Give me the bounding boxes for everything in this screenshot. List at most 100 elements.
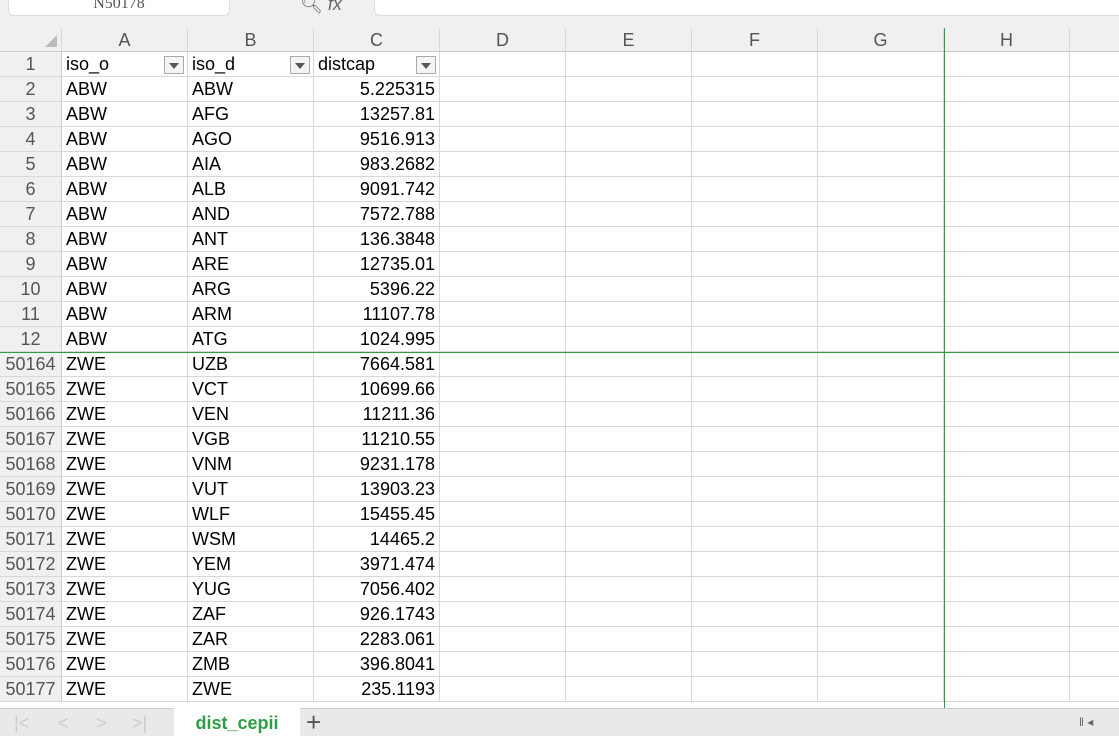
cell[interactable]: ABW (62, 227, 188, 252)
cell[interactable] (1070, 202, 1119, 227)
cell[interactable] (944, 452, 1070, 477)
cell[interactable]: ABW (62, 77, 188, 102)
column-header-B[interactable]: B (188, 28, 314, 52)
name-box[interactable]: N50178 (8, 0, 230, 16)
cell[interactable] (1070, 77, 1119, 102)
cell[interactable] (818, 227, 944, 252)
cell[interactable]: ABW (62, 327, 188, 352)
cell[interactable]: ZWE (62, 452, 188, 477)
cell[interactable]: ZAR (188, 627, 314, 652)
cell[interactable] (566, 552, 692, 577)
cell[interactable]: 5396.22 (314, 277, 440, 302)
cell[interactable]: ZWE (62, 627, 188, 652)
cell[interactable]: ABW (62, 152, 188, 177)
cell[interactable]: ZWE (62, 502, 188, 527)
cell[interactable] (944, 177, 1070, 202)
cell[interactable]: 136.3848 (314, 227, 440, 252)
cell[interactable] (440, 177, 566, 202)
cell[interactable]: 12735.01 (314, 252, 440, 277)
cell[interactable] (944, 102, 1070, 127)
cell[interactable] (566, 302, 692, 327)
cell[interactable]: ABW (62, 127, 188, 152)
row-header[interactable]: 9 (0, 252, 62, 277)
cell[interactable] (566, 427, 692, 452)
cell[interactable]: 15455.45 (314, 502, 440, 527)
cell[interactable]: WLF (188, 502, 314, 527)
cell[interactable]: ALB (188, 177, 314, 202)
cell[interactable] (818, 502, 944, 527)
column-header-E[interactable]: E (566, 28, 692, 52)
cell[interactable] (440, 602, 566, 627)
cell[interactable] (692, 377, 818, 402)
filter-dropdown-icon[interactable] (164, 56, 184, 74)
cell[interactable] (566, 502, 692, 527)
prev-sheet-icon[interactable]: < (58, 713, 69, 734)
cell[interactable]: AIA (188, 152, 314, 177)
cell[interactable] (440, 152, 566, 177)
cell[interactable]: distcap (314, 52, 440, 77)
cell[interactable] (692, 352, 818, 377)
cell[interactable] (566, 352, 692, 377)
cell[interactable] (1070, 377, 1119, 402)
cell[interactable]: 10699.66 (314, 377, 440, 402)
cell[interactable]: 9091.742 (314, 177, 440, 202)
cell[interactable] (566, 577, 692, 602)
cell[interactable]: 396.8041 (314, 652, 440, 677)
cell[interactable] (1070, 652, 1119, 677)
formula-input[interactable] (374, 0, 1119, 16)
cell[interactable] (440, 677, 566, 702)
cell[interactable] (566, 602, 692, 627)
row-header[interactable]: 8 (0, 227, 62, 252)
cell[interactable] (440, 552, 566, 577)
cell[interactable]: ATG (188, 327, 314, 352)
cell[interactable] (944, 477, 1070, 502)
cell[interactable] (1070, 677, 1119, 702)
cell[interactable] (944, 427, 1070, 452)
cell[interactable] (818, 627, 944, 652)
cell[interactable] (440, 77, 566, 102)
column-header-F[interactable]: F (692, 28, 818, 52)
cell[interactable] (566, 402, 692, 427)
cell[interactable] (692, 402, 818, 427)
cell[interactable] (818, 302, 944, 327)
cell[interactable] (440, 527, 566, 552)
row-header[interactable]: 3 (0, 102, 62, 127)
cell[interactable] (566, 652, 692, 677)
cell[interactable] (818, 677, 944, 702)
cell[interactable] (566, 277, 692, 302)
row-header[interactable]: 50173 (0, 577, 62, 602)
cell[interactable] (566, 452, 692, 477)
row-header[interactable]: 50171 (0, 527, 62, 552)
cell[interactable] (1070, 302, 1119, 327)
cell[interactable] (440, 252, 566, 277)
cell[interactable] (818, 377, 944, 402)
cell[interactable] (440, 52, 566, 77)
row-header[interactable]: 50170 (0, 502, 62, 527)
cell[interactable] (1070, 327, 1119, 352)
cell[interactable] (1070, 502, 1119, 527)
cell[interactable] (440, 577, 566, 602)
cell[interactable] (440, 277, 566, 302)
horizontal-scroll-left-icon[interactable]: ‖ ◂ (1079, 715, 1115, 733)
cell[interactable] (818, 477, 944, 502)
cell[interactable] (944, 127, 1070, 152)
cell[interactable]: ZWE (62, 402, 188, 427)
cell[interactable] (944, 202, 1070, 227)
row-header[interactable]: 10 (0, 277, 62, 302)
cell[interactable]: ZWE (62, 352, 188, 377)
first-sheet-icon[interactable]: |< (14, 713, 29, 734)
cell[interactable] (818, 327, 944, 352)
cell[interactable] (1070, 627, 1119, 652)
cell[interactable] (1070, 102, 1119, 127)
cell[interactable]: ZWE (62, 377, 188, 402)
last-sheet-icon[interactable]: >| (132, 713, 147, 734)
filter-dropdown-icon[interactable] (290, 56, 310, 74)
cell[interactable] (692, 152, 818, 177)
cell[interactable] (440, 652, 566, 677)
cell[interactable] (566, 377, 692, 402)
row-header[interactable]: 4 (0, 127, 62, 152)
cell[interactable] (1070, 552, 1119, 577)
cell[interactable] (944, 402, 1070, 427)
cell[interactable]: YEM (188, 552, 314, 577)
cell[interactable] (692, 302, 818, 327)
